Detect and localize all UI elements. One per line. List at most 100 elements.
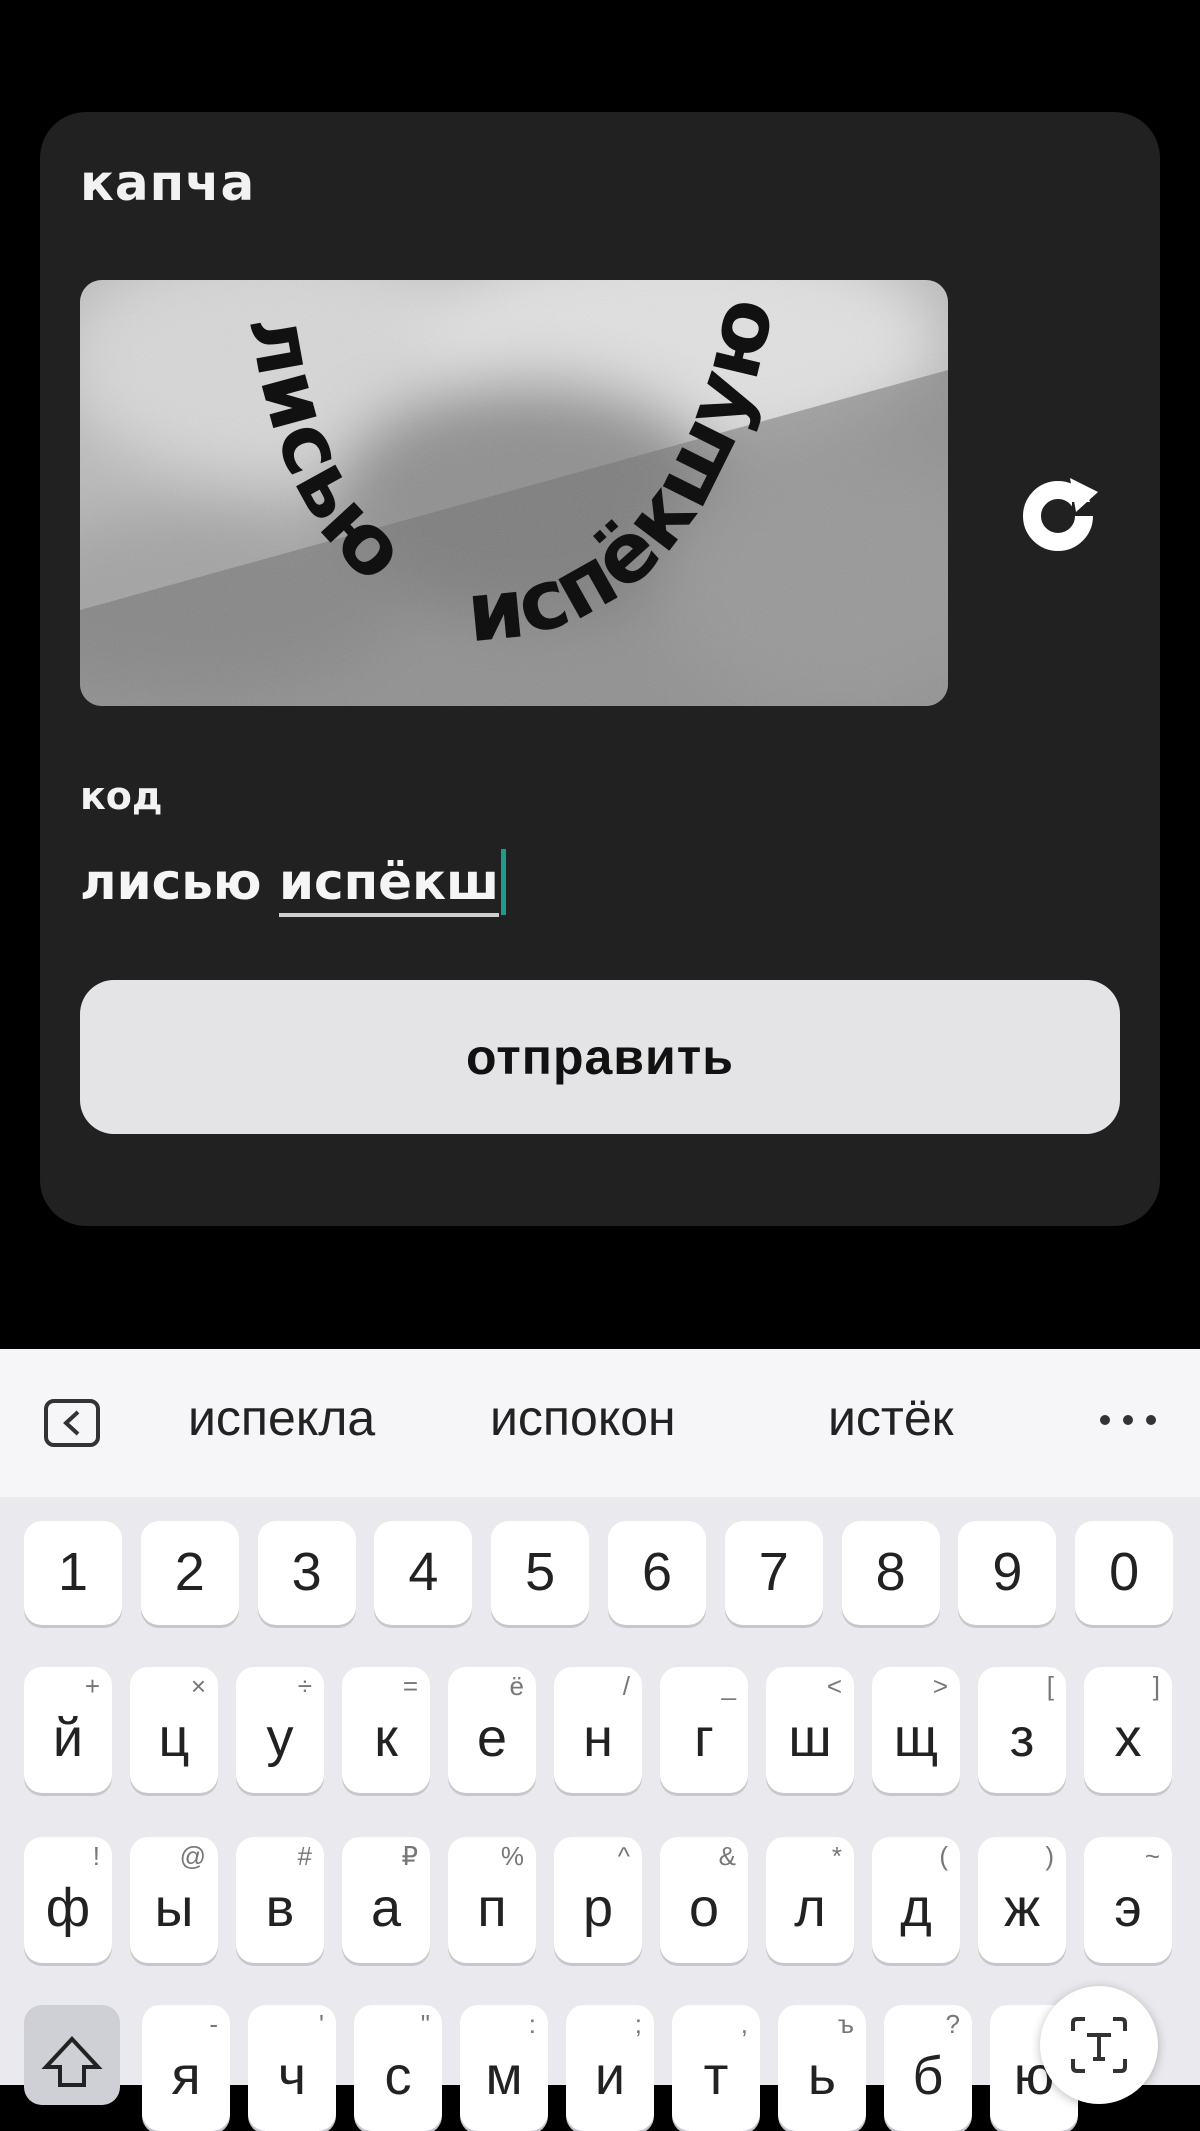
key-label: р (582, 1878, 614, 1938)
keyboard-collapse-button[interactable] (44, 1399, 100, 1447)
key-hint: ^ (617, 1841, 630, 1871)
key-д[interactable]: (д (872, 1837, 960, 1963)
key-hint: ~ (1144, 1841, 1160, 1871)
key-label: н (583, 1708, 613, 1768)
key-8[interactable]: 8 (841, 1521, 940, 1625)
key-label: 8 (875, 1542, 906, 1602)
key-9[interactable]: 9 (958, 1521, 1057, 1625)
key-label: щ (893, 1708, 939, 1768)
key-4[interactable]: 4 (374, 1521, 473, 1625)
suggestion-1[interactable]: испекла (188, 1389, 375, 1447)
key-label: с (384, 2046, 412, 2106)
key-label: х (1114, 1708, 1142, 1768)
key-hint: * (831, 1841, 842, 1871)
key-0[interactable]: 0 (1075, 1521, 1174, 1625)
key-label: б (912, 2046, 944, 2106)
key-label: ч (277, 2046, 307, 2106)
shift-icon (41, 2036, 103, 2087)
key-hint: & (718, 1841, 736, 1871)
key-о[interactable]: & о (660, 1837, 748, 1963)
key-л[interactable]: * л (766, 1837, 854, 1963)
key-label: п (477, 1878, 507, 1938)
text-caret (501, 848, 507, 915)
key-7[interactable]: 7 (724, 1521, 823, 1625)
key-к[interactable]: = к (342, 1667, 430, 1793)
key-hint: # (297, 1841, 312, 1871)
key-ц[interactable]: × ц (130, 1667, 218, 1793)
key-у[interactable]: ÷ у (236, 1667, 324, 1793)
key-label: и (594, 2046, 626, 2106)
key-hint: ) (1045, 1841, 1054, 1871)
key-я[interactable]: -я (142, 2005, 230, 2131)
key-е[interactable]: ёе (448, 1667, 536, 1793)
key-г[interactable]: _ г (660, 1667, 748, 1793)
key-а[interactable]: ₽ а (342, 1837, 430, 1963)
key-ь[interactable]: ъь (778, 2005, 866, 2131)
key-label: ф (45, 1878, 91, 1938)
key-label: ц (158, 1708, 190, 1768)
key-hint: ] (1152, 1671, 1160, 1701)
key-hint: " (420, 2009, 430, 2039)
key-hint: > (932, 1671, 948, 1701)
key-р[interactable]: ^ р (554, 1837, 642, 1963)
more-dots-icon[interactable] (1100, 1413, 1156, 1427)
key-hint: < (826, 1671, 842, 1701)
submit-button[interactable]: отправить (80, 980, 1120, 1134)
key-hint: ъ (837, 2009, 854, 2039)
refresh-captcha-button[interactable] (1000, 452, 1120, 572)
shift-key[interactable] (24, 2005, 120, 2105)
key-hint: - (209, 2009, 218, 2039)
suggestion-2[interactable]: испокон (490, 1389, 676, 1447)
key-з[interactable]: [з (978, 1667, 1066, 1793)
key-label: 2 (174, 1542, 205, 1602)
key-hint: / (622, 1671, 630, 1701)
key-hint: , (740, 2009, 748, 2039)
key-label: 9 (992, 1542, 1023, 1602)
suggestion-3[interactable]: истёк (828, 1389, 954, 1447)
key-э[interactable]: ~ э (1084, 1837, 1172, 1963)
code-input[interactable]: лисью испёкш (80, 842, 1120, 922)
key-ы[interactable]: @ ы (130, 1837, 218, 1963)
key-с[interactable]: " с (354, 2005, 442, 2131)
key-label: у (266, 1708, 294, 1768)
key-щ[interactable]: > щ (872, 1667, 960, 1793)
key-label: к (374, 1708, 398, 1768)
key-6[interactable]: 6 (608, 1521, 706, 1625)
captcha-image: лисью испёкшую (80, 280, 948, 706)
key-label: м (485, 2046, 523, 2106)
key-б[interactable]: ? б (884, 2005, 972, 2131)
key-н[interactable]: / н (554, 1667, 642, 1793)
key-ф[interactable]: ! ф (24, 1837, 112, 1963)
key-label: 5 (525, 1542, 556, 1602)
key-х[interactable]: ] х (1084, 1667, 1172, 1793)
key-т[interactable]: ,т (672, 2005, 760, 2131)
key-п[interactable]: % п (448, 1837, 536, 1963)
key-5[interactable]: 5 (491, 1521, 590, 1625)
key-label: 3 (291, 1542, 322, 1602)
key-label: ы (154, 1878, 194, 1938)
key-hint: ' (319, 2009, 324, 2039)
captcha-card: капча лисью испёкшую код лисью испёкш от… (40, 112, 1160, 1226)
key-й[interactable]: + й (24, 1667, 112, 1793)
key-1[interactable]: 1 (24, 1521, 122, 1625)
key-hint: = (402, 1671, 418, 1701)
key-label: о (688, 1878, 720, 1938)
key-ш[interactable]: < ш (766, 1667, 854, 1793)
text-scan-button[interactable] (1040, 1986, 1158, 2104)
key-hint: × (190, 1671, 206, 1701)
key-hint: ё (509, 1671, 524, 1701)
key-и[interactable]: ; и (566, 2005, 654, 2131)
key-hint: ; (634, 2009, 642, 2039)
key-2[interactable]: 2 (140, 1521, 239, 1625)
key-hint: ? (945, 2009, 960, 2039)
key-label: т (703, 2046, 729, 2106)
key-в[interactable]: # в (236, 1837, 324, 1963)
key-3[interactable]: 3 (257, 1521, 356, 1625)
key-ж[interactable]: ) ж (978, 1837, 1066, 1963)
key-м[interactable]: :м (460, 2005, 548, 2131)
key-ч[interactable]: ' ч (248, 2005, 336, 2131)
key-hint: _ (721, 1671, 736, 1701)
code-label: код (80, 774, 163, 818)
code-value-part1: лисью (80, 853, 279, 911)
code-value-composing: испёкш (278, 853, 500, 917)
